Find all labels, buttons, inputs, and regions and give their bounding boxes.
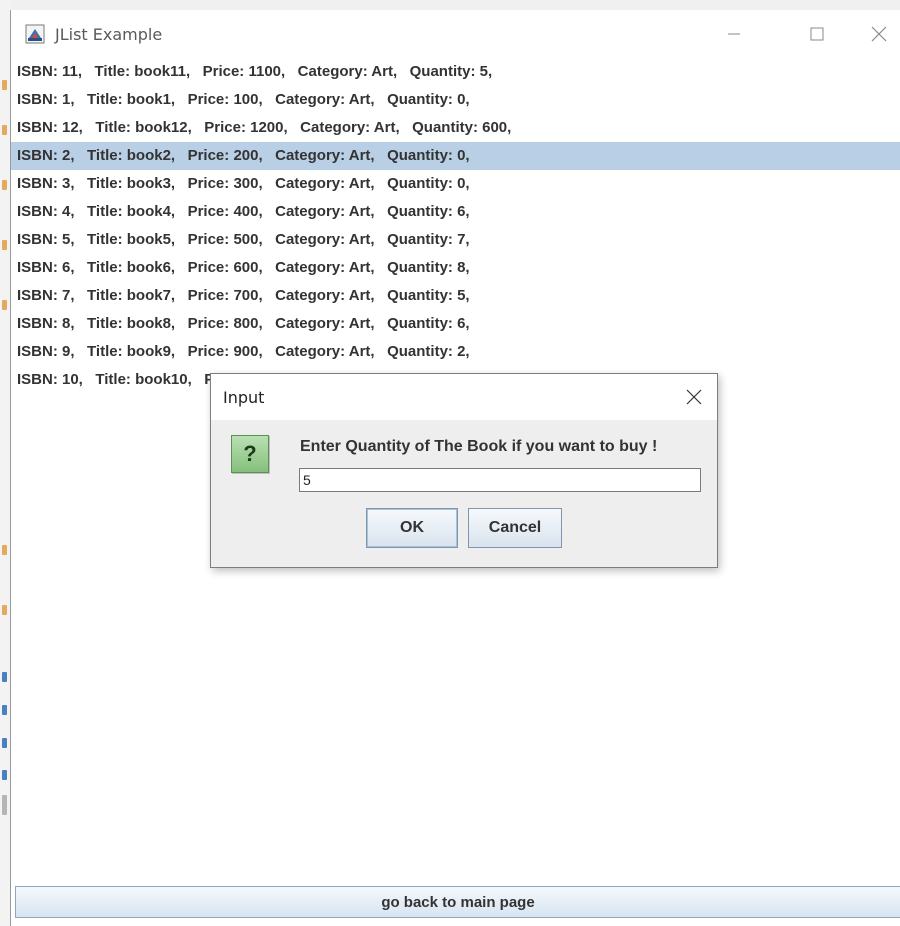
background-mark: [2, 705, 7, 715]
minimize-button[interactable]: [711, 10, 757, 58]
quantity-input[interactable]: [299, 468, 701, 492]
go-back-button[interactable]: go back to main page: [15, 886, 900, 918]
background-window-strip: [0, 0, 10, 926]
list-item[interactable]: ISBN: 3, Title: book3, Price: 300, Categ…: [11, 170, 900, 198]
list-item[interactable]: ISBN: 6, Title: book6, Price: 600, Categ…: [11, 254, 900, 282]
book-list[interactable]: ISBN: 11, Title: book11, Price: 1100, Ca…: [11, 58, 900, 394]
background-mark: [2, 80, 7, 90]
background-window-edge: [0, 0, 900, 10]
background-mark: [2, 605, 7, 615]
dialog-message: Enter Quantity of The Book if you want t…: [300, 438, 658, 455]
close-icon: [686, 389, 702, 405]
dialog-close-button[interactable]: [671, 374, 717, 420]
list-item[interactable]: ISBN: 8, Title: book8, Price: 800, Categ…: [11, 310, 900, 338]
list-item-selected[interactable]: ISBN: 2, Title: book2, Price: 200, Categ…: [11, 142, 900, 170]
list-item[interactable]: ISBN: 7, Title: book7, Price: 700, Categ…: [11, 282, 900, 310]
maximize-icon: [810, 27, 824, 41]
dialog-titlebar[interactable]: Input: [211, 374, 717, 420]
list-item[interactable]: ISBN: 5, Title: book5, Price: 500, Categ…: [11, 226, 900, 254]
background-mark: [2, 240, 7, 250]
question-icon: ?: [231, 435, 269, 473]
list-item[interactable]: ISBN: 1, Title: book1, Price: 100, Categ…: [11, 86, 900, 114]
background-mark: [2, 795, 7, 815]
close-icon: [871, 26, 887, 42]
window-titlebar[interactable]: JList Example: [11, 10, 900, 58]
list-item[interactable]: ISBN: 12, Title: book12, Price: 1200, Ca…: [11, 114, 900, 142]
background-mark: [2, 738, 7, 748]
background-mark: [2, 770, 7, 780]
background-mark: [2, 180, 7, 190]
background-mark: [2, 125, 7, 135]
input-dialog: Input ? Enter Quantity of The Book if yo…: [210, 373, 718, 568]
java-cup-icon: [25, 24, 45, 44]
list-item[interactable]: ISBN: 4, Title: book4, Price: 400, Categ…: [11, 198, 900, 226]
list-item[interactable]: ISBN: 11, Title: book11, Price: 1100, Ca…: [11, 58, 900, 86]
window-title: JList Example: [55, 25, 163, 44]
maximize-button[interactable]: [794, 10, 840, 58]
cancel-button[interactable]: Cancel: [468, 508, 562, 548]
ok-button[interactable]: OK: [366, 508, 458, 548]
background-mark: [2, 672, 7, 682]
dialog-title: Input: [223, 388, 265, 407]
background-mark: [2, 545, 7, 555]
background-mark: [2, 300, 7, 310]
list-item[interactable]: ISBN: 9, Title: book9, Price: 900, Categ…: [11, 338, 900, 366]
minimize-icon: [728, 33, 740, 35]
close-button[interactable]: [856, 10, 900, 58]
